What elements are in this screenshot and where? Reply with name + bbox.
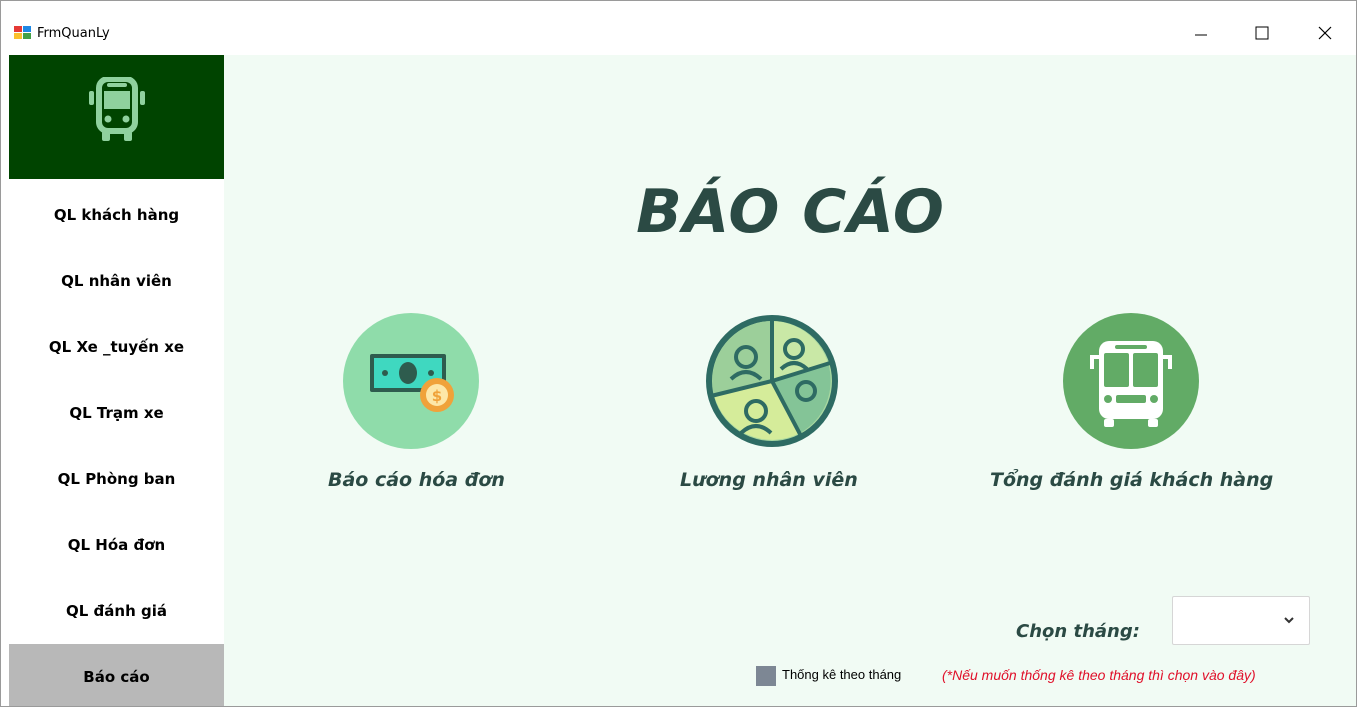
chevron-down-icon	[1284, 617, 1294, 624]
close-button[interactable]	[1302, 11, 1348, 55]
sidebar-item-reports[interactable]: Báo cáo	[9, 644, 224, 706]
window-title: FrmQuanLy	[37, 26, 110, 41]
money-icon[interactable]: $	[343, 313, 479, 449]
sidebar-item-invoices[interactable]: QL Hóa đơn	[9, 512, 224, 578]
sidebar-item-customers[interactable]: QL khách hàng	[9, 182, 224, 248]
bus-front-icon[interactable]	[1063, 313, 1199, 449]
monthly-stats-checkbox[interactable]	[756, 666, 776, 686]
month-label: Chọn tháng:	[1016, 621, 1140, 642]
sidebar-logo-panel	[9, 55, 224, 179]
minimize-button[interactable]	[1178, 11, 1224, 55]
sidebar-item-stations[interactable]: QL Trạm xe	[9, 380, 224, 446]
sidebar: QL khách hàng QL nhân viên QL Xe _tuyến …	[9, 55, 224, 706]
sidebar-item-employees[interactable]: QL nhân viên	[9, 248, 224, 314]
report-reviews-label[interactable]: Tổng đánh giá khách hàng	[990, 469, 1273, 491]
month-select[interactable]	[1172, 596, 1310, 645]
monthly-stats-label[interactable]: Thống kê theo tháng	[782, 667, 901, 682]
bus-icon	[89, 77, 145, 141]
close-icon	[1318, 26, 1332, 40]
maximize-icon	[1255, 26, 1269, 40]
main-panel: BÁO CÁO $ Báo cáo hóa đơn Lương nhân viê…	[224, 55, 1356, 706]
minimize-icon	[1195, 34, 1207, 36]
report-salary-label[interactable]: Lương nhân viên	[680, 469, 858, 491]
maximize-button[interactable]	[1239, 11, 1285, 55]
page-title: BÁO CÁO	[636, 177, 945, 247]
svg-text:$: $	[432, 387, 442, 405]
app-icon	[14, 26, 31, 39]
sidebar-item-reviews[interactable]: QL đánh giá	[9, 578, 224, 644]
report-invoices-label[interactable]: Báo cáo hóa đơn	[328, 469, 505, 491]
title-bar: FrmQuanLy	[1, 1, 1356, 55]
app-window: FrmQuanLy QL khách hàng QL nhân viên QL …	[0, 0, 1357, 707]
sidebar-item-buses-routes[interactable]: QL Xe _tuyến xe	[9, 314, 224, 380]
sidebar-item-departments[interactable]: QL Phòng ban	[9, 446, 224, 512]
employees-icon[interactable]	[704, 313, 840, 449]
monthly-stats-hint: (*Nếu muốn thống kê theo tháng thì chọn …	[942, 667, 1256, 683]
